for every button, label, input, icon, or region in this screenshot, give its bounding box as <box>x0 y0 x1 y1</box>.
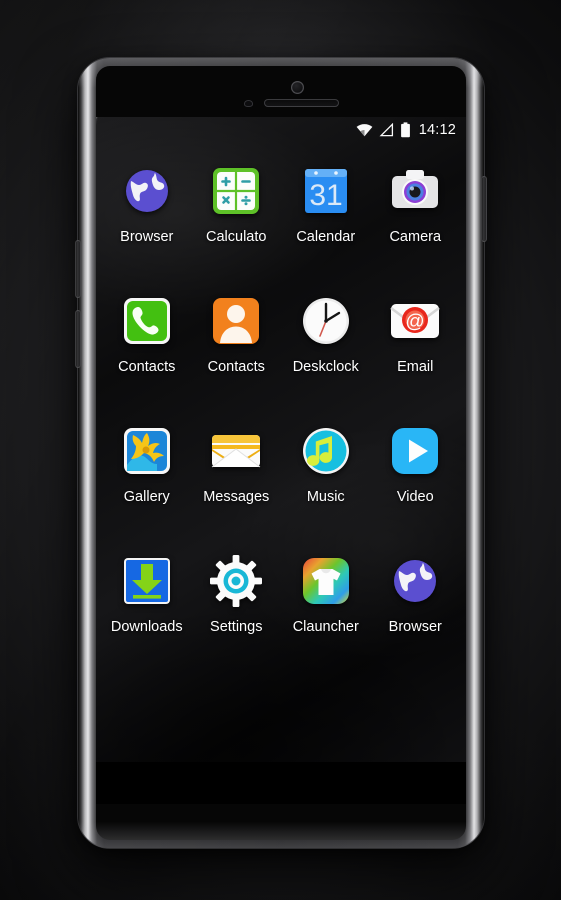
app-video[interactable]: Video <box>371 423 461 553</box>
gear-icon <box>208 553 264 609</box>
navigation-strip <box>96 762 466 804</box>
globe-icon <box>387 553 443 609</box>
proximity-sensor-icon <box>244 100 253 107</box>
person-icon <box>208 293 264 349</box>
screen-bezel: 14:12 Browser Calculato 31 Calendar Came… <box>96 66 466 840</box>
app-label: Downloads <box>110 619 183 635</box>
app-label: Settings <box>210 619 263 635</box>
tshirt-icon <box>298 553 354 609</box>
app-label: Gallery <box>123 489 170 505</box>
front-camera-icon <box>291 81 304 94</box>
volume-up-button[interactable] <box>75 240 81 298</box>
wifi-icon <box>356 123 373 137</box>
volume-down-button[interactable] <box>75 310 81 368</box>
download-icon <box>119 553 175 609</box>
app-messages[interactable]: Messages <box>192 423 282 553</box>
globe-icon <box>119 163 175 219</box>
phone-icon <box>119 293 175 349</box>
status-clock: 14:12 <box>418 122 456 138</box>
app-label: Browser <box>388 619 442 635</box>
app-contacts-phone[interactable]: Contacts <box>102 293 192 423</box>
app-calendar[interactable]: 31 Calendar <box>281 163 371 293</box>
calculator-icon <box>208 163 264 219</box>
power-button[interactable] <box>481 176 487 242</box>
battery-full-icon <box>400 122 411 138</box>
app-label: Clauncher <box>292 619 359 635</box>
svg-text:31: 31 <box>309 179 342 212</box>
app-icon-grid: Browser Calculato 31 Calendar Camera Con… <box>96 143 466 804</box>
app-contacts-person[interactable]: Contacts <box>192 293 282 423</box>
flower-photo-icon <box>119 423 175 479</box>
app-calculator[interactable]: Calculato <box>192 163 282 293</box>
app-clauncher[interactable]: Clauncher <box>281 553 371 683</box>
app-label: Email <box>397 359 434 375</box>
app-browser[interactable]: Browser <box>102 163 192 293</box>
app-label: Camera <box>389 229 442 245</box>
analog-clock-icon <box>298 293 354 349</box>
calendar-31-icon: 31 <box>298 163 354 219</box>
app-label: Contacts <box>118 359 176 375</box>
app-label: Calendar <box>296 229 356 245</box>
envelope-icon <box>208 423 264 479</box>
app-settings[interactable]: Settings <box>192 553 282 683</box>
app-label: Video <box>396 489 434 505</box>
app-label: Deskclock <box>292 359 359 375</box>
app-camera[interactable]: Camera <box>371 163 461 293</box>
music-note-icon <box>298 423 354 479</box>
app-label: Calculato <box>206 229 267 245</box>
status-bar: 14:12 <box>96 117 466 143</box>
play-icon <box>387 423 443 479</box>
app-label: Music <box>306 489 345 505</box>
camera-icon <box>387 163 443 219</box>
app-label: Browser <box>120 229 174 245</box>
app-deskclock[interactable]: Deskclock <box>281 293 371 423</box>
app-music[interactable]: Music <box>281 423 371 553</box>
earpiece-speaker-icon <box>264 99 339 107</box>
app-gallery[interactable]: Gallery <box>102 423 192 553</box>
svg-text:@: @ <box>406 312 425 333</box>
phone-display: 14:12 Browser Calculato 31 Calendar Came… <box>96 117 466 804</box>
app-browser-2[interactable]: Browser <box>371 553 461 683</box>
app-downloads[interactable]: Downloads <box>102 553 192 683</box>
app-label: Contacts <box>207 359 265 375</box>
phone-device: 14:12 Browser Calculato 31 Calendar Came… <box>75 58 487 848</box>
app-label: Messages <box>203 489 270 505</box>
at-envelope-icon: @ <box>387 293 443 349</box>
cell-signal-icon <box>379 123 394 137</box>
app-email[interactable]: @ Email <box>371 293 461 423</box>
